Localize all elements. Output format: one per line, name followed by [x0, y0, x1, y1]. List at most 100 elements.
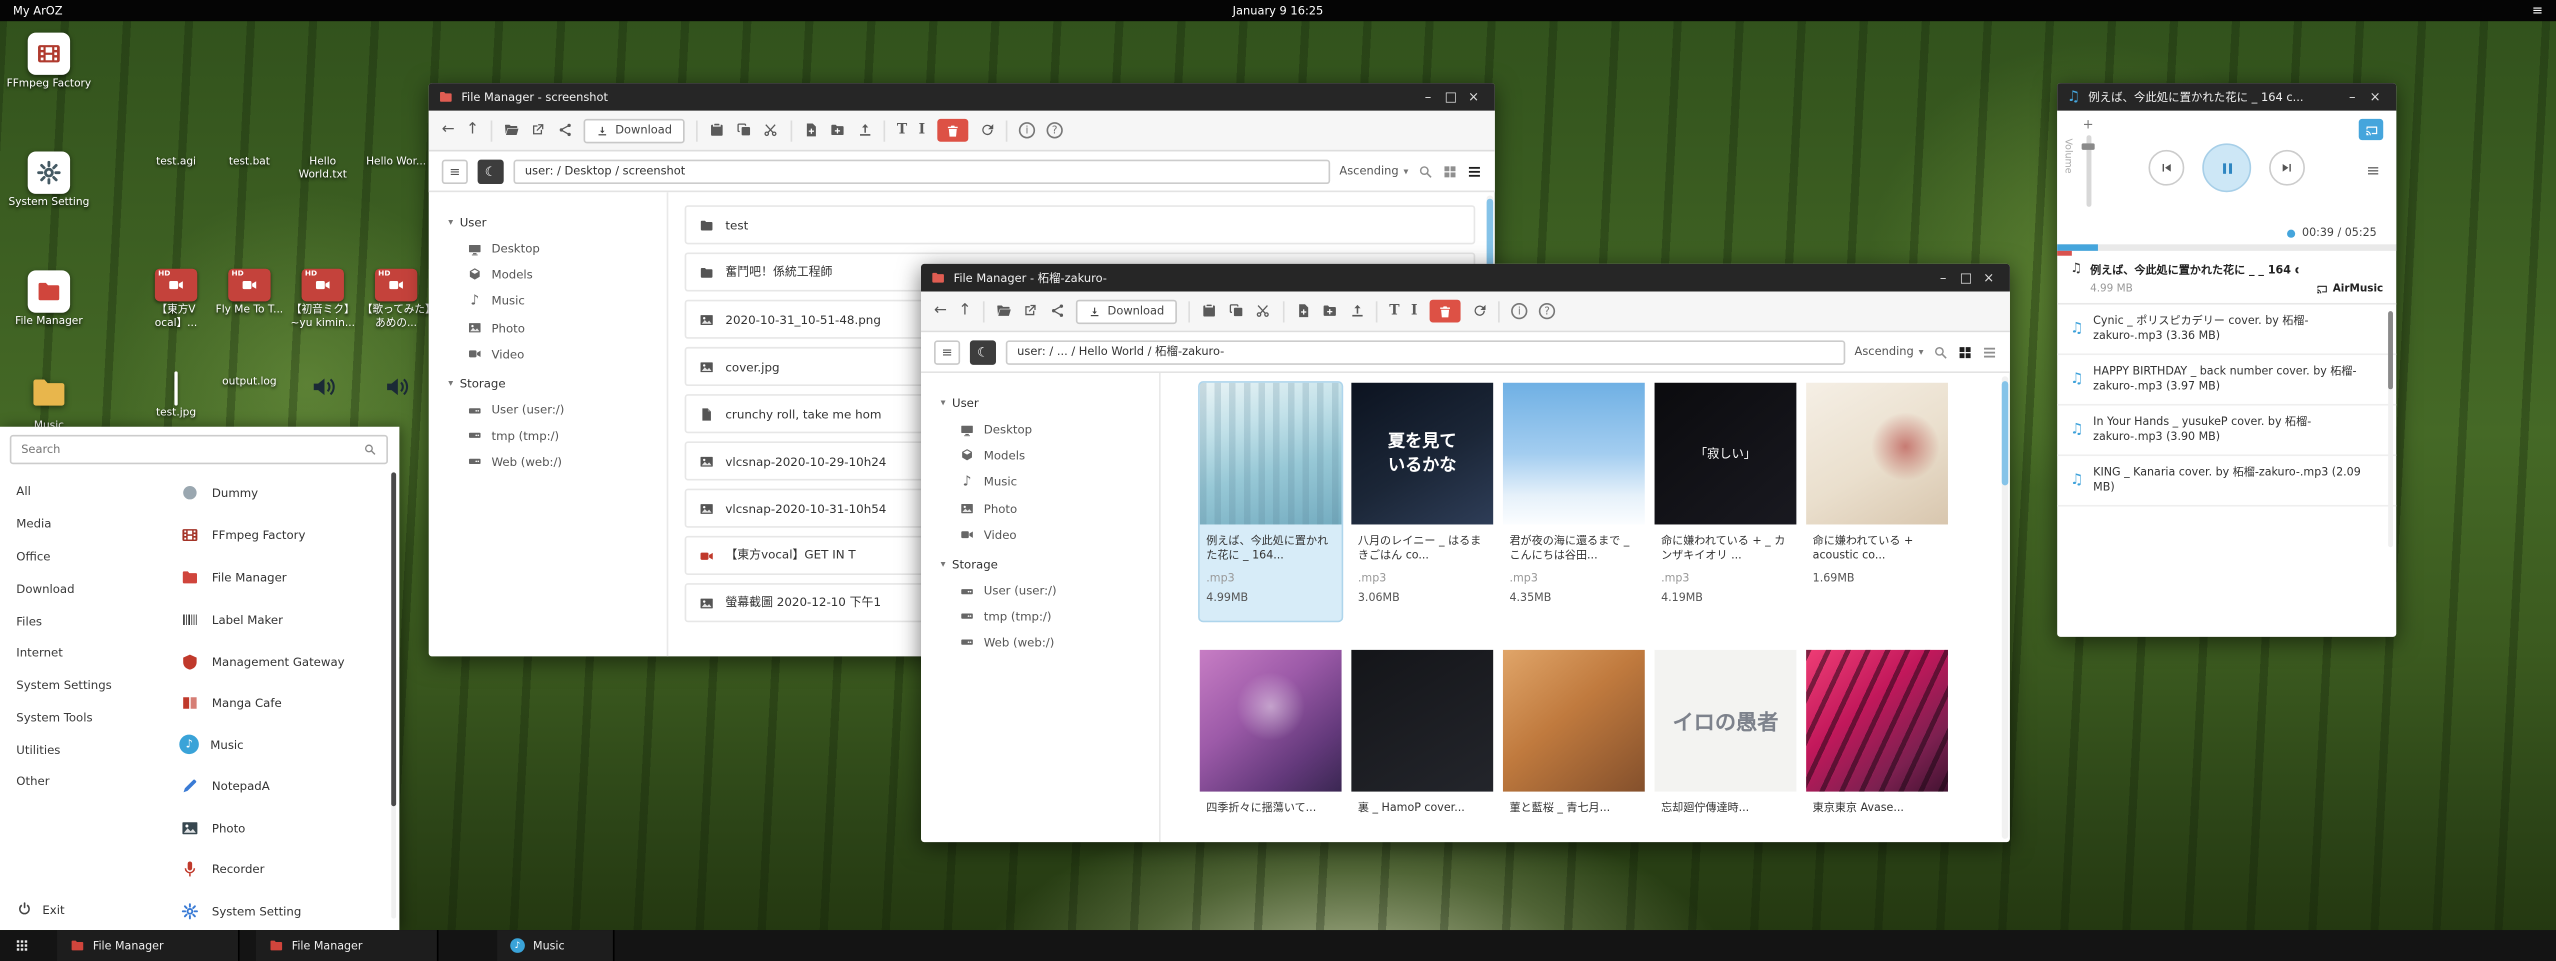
sidebar-item-tmp-drive[interactable]: tmp (tmp:/) — [448, 423, 666, 449]
sidebar-item-desktop[interactable]: Desktop — [941, 417, 1159, 443]
copy-icon[interactable] — [736, 123, 751, 138]
scrollbar[interactable] — [390, 472, 396, 918]
app-item-system-setting[interactable]: System Setting — [163, 891, 385, 933]
copy-icon[interactable] — [1229, 303, 1244, 318]
sidebar-item-desktop[interactable]: Desktop — [448, 236, 666, 262]
app-item-dummy[interactable]: Dummy — [163, 472, 385, 514]
sidebar-item-web-drive[interactable]: Web (web:/) — [448, 449, 666, 475]
app-item-ffmpeg-factory[interactable]: FFmpeg Factory — [163, 514, 385, 556]
app-item-label-maker[interactable]: Label Maker — [163, 598, 385, 640]
sidebar-item-tmp-drive[interactable]: tmp (tmp:/) — [941, 604, 1159, 630]
apps-grid-icon[interactable] — [0, 930, 44, 961]
new-file-icon[interactable] — [1295, 303, 1310, 318]
back-icon[interactable]: ← — [442, 123, 455, 138]
playlist-item[interactable]: ♫In Your Hands _ yusukeP cover. by 柘榴-za… — [2057, 406, 2396, 457]
cast-button[interactable] — [2359, 119, 2383, 140]
scrollbar-thumb[interactable] — [2388, 311, 2393, 389]
paste-icon[interactable] — [1202, 303, 1217, 318]
close-button[interactable]: × — [1977, 270, 2000, 285]
dark-mode-toggle[interactable]: ☾ — [970, 340, 996, 364]
desktop-file[interactable]: test.jpg — [140, 373, 212, 420]
cut-icon[interactable] — [763, 123, 778, 138]
volume-plus[interactable]: + — [2077, 117, 2100, 132]
rename-icon[interactable]: T — [897, 123, 907, 137]
minimize-button[interactable]: – — [2341, 90, 2364, 105]
file-tile[interactable]: イロの愚者 忘却廻佇傳達時... — [1655, 649, 1797, 842]
app-item-file-manager[interactable]: File Manager — [163, 556, 385, 598]
new-folder-icon[interactable] — [830, 123, 845, 138]
sidebar-item-models[interactable]: Models — [941, 443, 1159, 469]
file-tile[interactable]: 命に嫌われている + acoustic co... 1.69MB — [1806, 383, 1948, 620]
refresh-icon[interactable] — [979, 123, 994, 138]
list-view-icon[interactable] — [1982, 344, 1997, 359]
new-folder-icon[interactable] — [1322, 303, 1337, 318]
breadcrumb[interactable]: user: / ... / Hello World / 柘榴-zakuro- — [1006, 340, 1845, 364]
exit-button[interactable]: Exit — [16, 901, 64, 917]
desktop-file[interactable]: output.log — [214, 373, 286, 389]
properties-icon[interactable]: I — [1411, 304, 1417, 318]
app-item-management-gateway[interactable]: Management Gateway — [163, 640, 385, 682]
open-folder-icon[interactable] — [504, 123, 519, 138]
info-icon[interactable]: i — [1511, 303, 1527, 319]
menu-toggle-button[interactable]: ≡ — [442, 159, 468, 183]
desktop-file[interactable]: HDFly Me To T... — [214, 269, 286, 318]
desktop-file[interactable]: HD【東方V ocal】... — [140, 269, 212, 330]
close-button[interactable]: × — [2364, 90, 2387, 105]
file-tile[interactable]: 夏を見て いるかな 八月のレイニー _ はるまきごはん co... .mp3 3… — [1351, 383, 1493, 620]
list-view-icon[interactable] — [1467, 164, 1482, 179]
search-icon[interactable] — [1418, 164, 1433, 179]
desktop-file[interactable]: Hello World.txt — [287, 153, 359, 182]
open-external-icon[interactable] — [1023, 303, 1038, 318]
volume-slider[interactable]: + Volume — [2077, 117, 2100, 207]
playlist-item[interactable]: ♫HAPPY BIRTHDAY _ back number cover. by … — [2057, 355, 2396, 406]
sidebar-item-user-drive[interactable]: User (user:/) — [448, 397, 666, 423]
next-button[interactable] — [2269, 150, 2305, 186]
category-download[interactable]: Download — [0, 572, 163, 604]
share-icon[interactable] — [557, 123, 572, 138]
sidebar-item-web-drive[interactable]: Web (web:/) — [941, 629, 1159, 655]
cut-icon[interactable] — [1256, 303, 1271, 318]
search-box[interactable] — [10, 435, 388, 464]
desktop-icon-music-folder[interactable]: Music — [7, 371, 92, 433]
sidebar-section-user[interactable]: ▾User — [941, 396, 1159, 411]
share-icon[interactable] — [1050, 303, 1065, 318]
file-tile[interactable]: 菫と藍桜 _ 青七月... — [1503, 649, 1645, 842]
download-button[interactable]: Download — [584, 118, 685, 142]
grid-view-icon[interactable] — [1443, 164, 1458, 179]
sidebar-item-models[interactable]: Models — [448, 262, 666, 288]
file-tile[interactable]: 君が夜の海に還るまで _ こんにちは谷田... .mp3 4.35MB — [1503, 383, 1645, 620]
category-all[interactable]: All — [0, 476, 163, 508]
brand-menu[interactable]: My ArOZ — [13, 4, 63, 17]
category-internet[interactable]: Internet — [0, 637, 163, 669]
playlist-menu-icon[interactable]: ≡ — [2366, 163, 2380, 181]
sidebar-item-music[interactable]: ♪Music — [448, 288, 666, 315]
search-input[interactable] — [21, 443, 363, 456]
rename-icon[interactable]: T — [1389, 304, 1399, 318]
desktop-icon-ffmpeg-factory[interactable]: FFmpeg Factory — [7, 33, 92, 91]
file-tile[interactable]: 例えば、今此処に置かれた花に _ 164... .mp3 4.99MB — [1200, 383, 1342, 620]
desktop-file[interactable]: HD【初音ミク】~yu kimin... — [287, 269, 359, 330]
volume-track[interactable] — [2086, 135, 2091, 207]
scrollbar[interactable] — [2002, 376, 2009, 839]
desktop-file[interactable]: Hello Wor... — [360, 153, 432, 169]
category-system-tools[interactable]: System Tools — [0, 701, 163, 733]
hamburger-icon[interactable]: ≡ — [2532, 3, 2543, 18]
up-icon[interactable]: ↑ — [958, 303, 971, 318]
desktop-icon-file-manager[interactable]: File Manager — [7, 270, 92, 328]
sort-dropdown[interactable]: Ascending▾ — [1855, 345, 1924, 358]
app-item-photo[interactable]: Photo — [163, 807, 385, 849]
paste-icon[interactable] — [709, 123, 724, 138]
desktop-file[interactable] — [360, 373, 432, 409]
file-row[interactable]: test — [685, 205, 1476, 244]
open-external-icon[interactable] — [530, 123, 545, 138]
close-button[interactable]: × — [1462, 90, 1485, 105]
window-titlebar[interactable]: File Manager - 柘榴-zakuro- – □ × — [921, 264, 2010, 292]
trash-button[interactable] — [937, 119, 968, 142]
open-folder-icon[interactable] — [996, 303, 1011, 318]
properties-icon[interactable]: I — [919, 123, 925, 137]
sidebar-item-photo[interactable]: Photo — [448, 315, 666, 341]
category-media[interactable]: Media — [0, 508, 163, 540]
sidebar-section-storage[interactable]: ▾Storage — [448, 376, 666, 391]
trash-button[interactable] — [1429, 300, 1460, 323]
volume-handle[interactable] — [2082, 143, 2095, 150]
